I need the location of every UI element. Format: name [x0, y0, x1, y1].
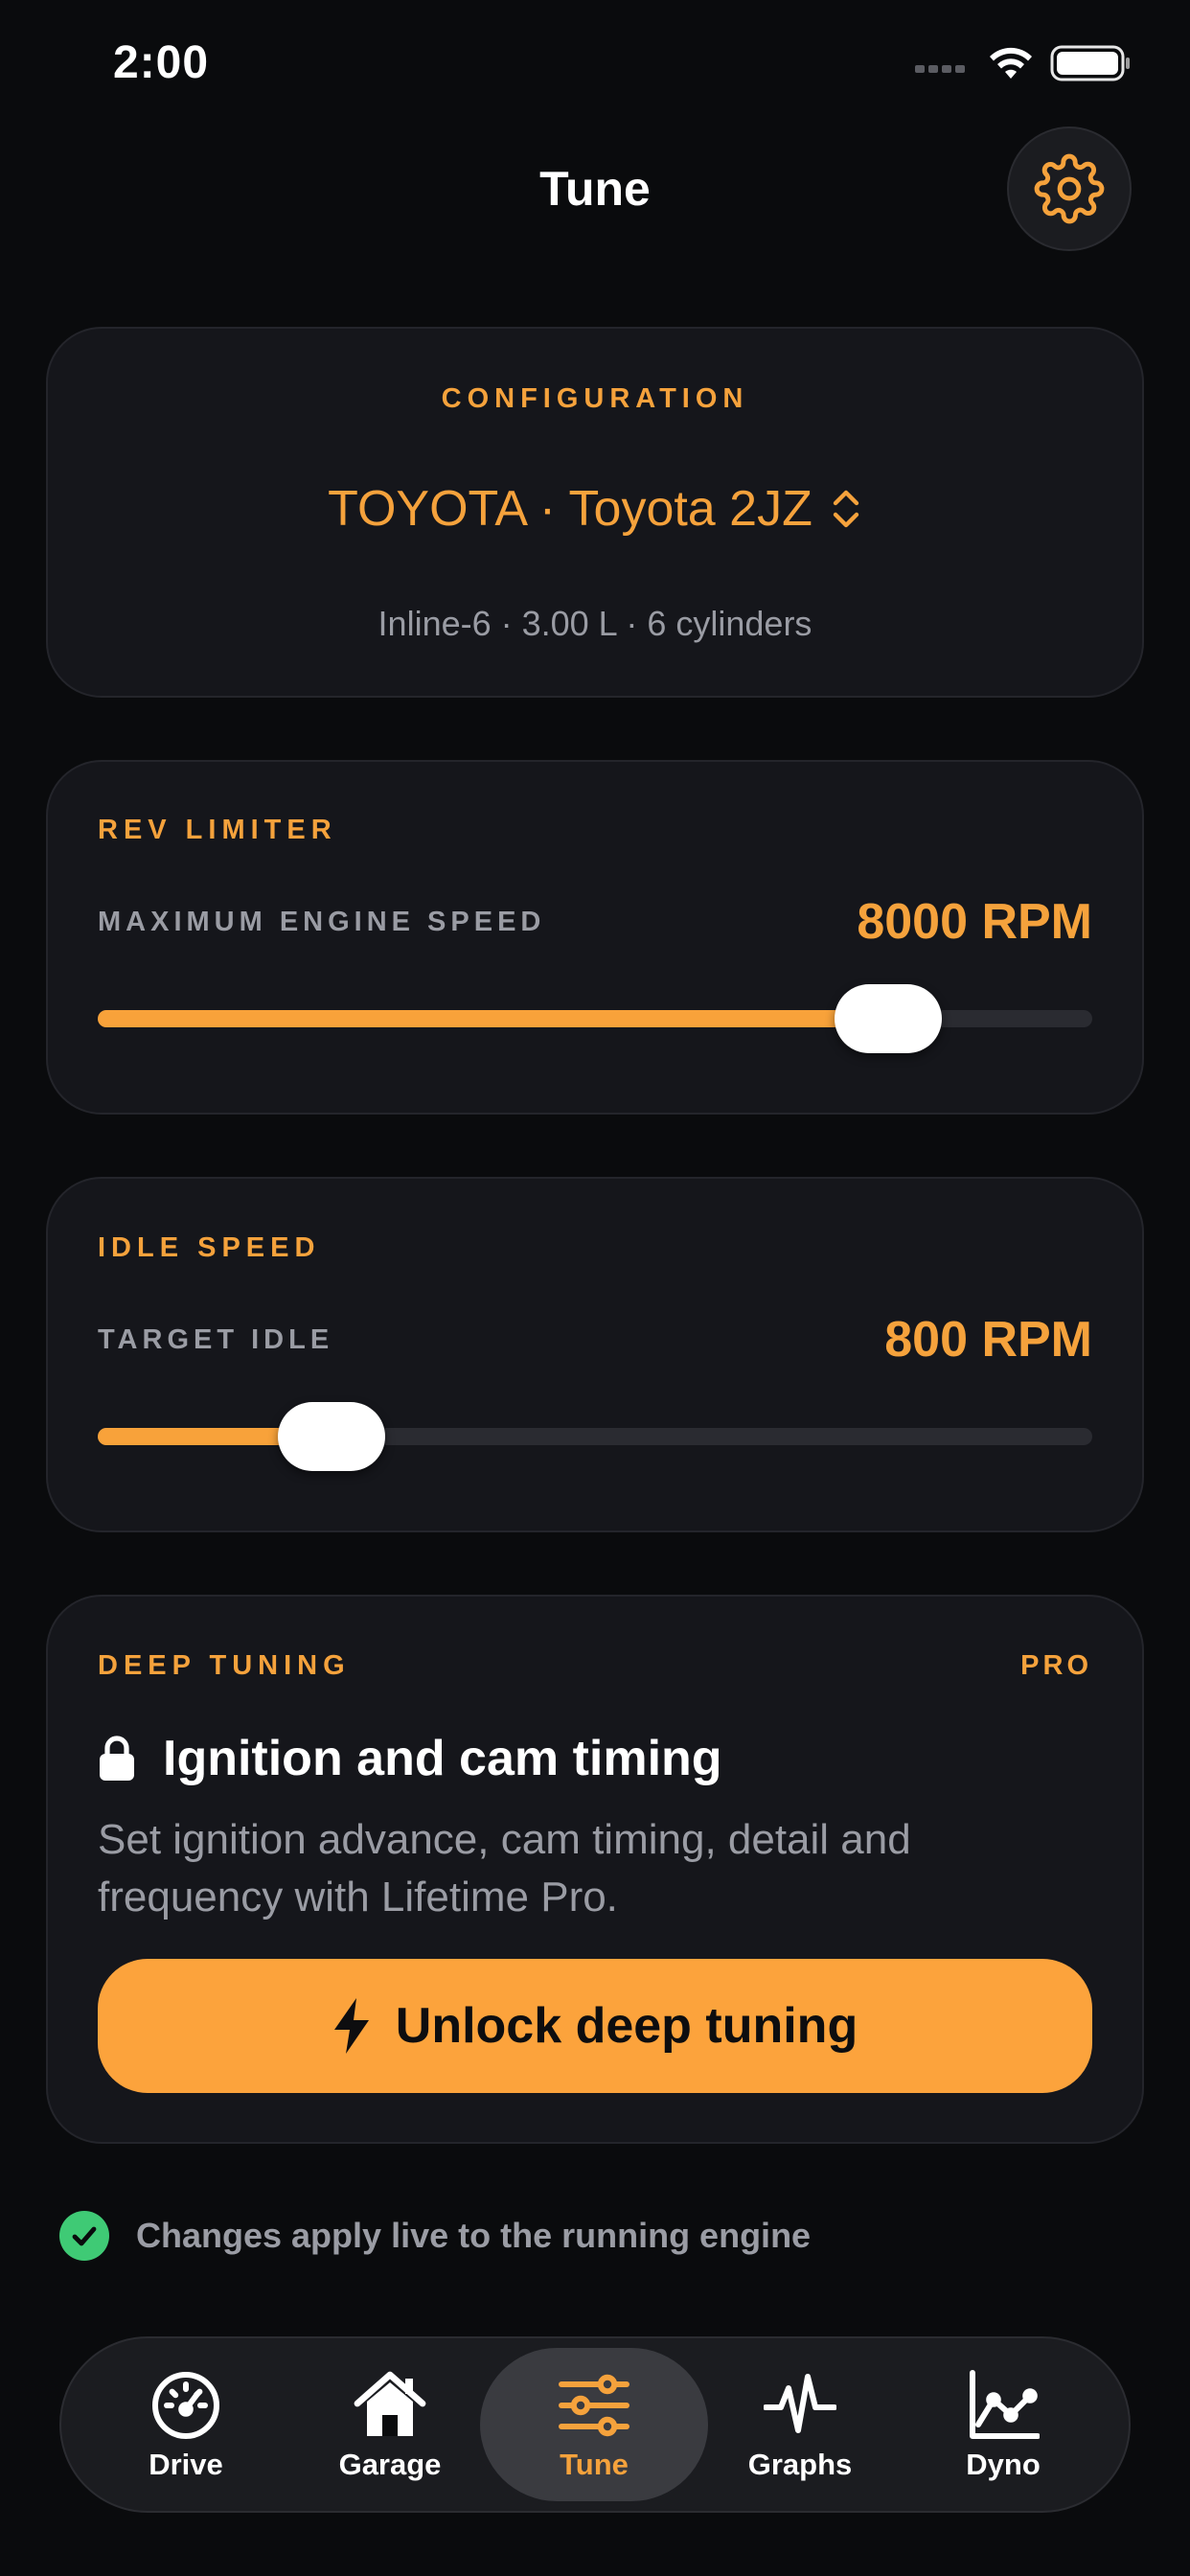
max-engine-speed-label: MAXIMUM ENGINE SPEED — [98, 907, 546, 937]
engine-model-picker[interactable]: TOYOTA · Toyota 2JZ — [0, 475, 1190, 542]
signal-icon — [915, 65, 965, 73]
tab-drive[interactable]: Drive — [82, 2348, 289, 2501]
line-chart-icon — [970, 2370, 1040, 2439]
live-apply-note: Changes apply live to the running engine — [59, 2209, 811, 2263]
idle-speed-label: IDLE SPEED — [98, 1232, 321, 1263]
rev-limit-slider-fill — [98, 1010, 889, 1027]
deep-tuning-description: Set ignition advance, cam timing, detail… — [98, 1816, 911, 1920]
tab-graphs-label: Graphs — [747, 2448, 853, 2481]
tab-graphs[interactable]: Graphs — [697, 2348, 904, 2501]
status-indicators — [915, 44, 1131, 82]
engine-specs: Inline-6 · 3.00 L · 6 cylinders — [378, 604, 812, 643]
house-icon — [354, 2371, 426, 2436]
tab-garage-label: Garage — [338, 2448, 442, 2481]
pulse-icon — [764, 2374, 836, 2433]
rev-limiter-label: REV LIMITER — [98, 815, 337, 845]
tab-dyno[interactable]: Dyno — [900, 2348, 1107, 2501]
unlock-deep-tuning-button[interactable]: Unlock deep tuning — [98, 1959, 1092, 2093]
sliders-icon — [559, 2374, 629, 2437]
pro-badge: PRO — [1020, 1650, 1092, 1681]
settings-button[interactable] — [1007, 126, 1132, 251]
gear-icon — [1034, 153, 1105, 224]
idle-slider-thumb[interactable] — [277, 1402, 385, 1471]
engine-model-label: TOYOTA · Toyota 2JZ — [328, 481, 812, 537]
deep-tuning-title-row: Ignition and cam timing — [98, 1720, 722, 1797]
target-idle-label: TARGET IDLE — [98, 1324, 334, 1355]
rev-limit-value: 8000 RPM — [857, 894, 1092, 950]
status-time: 2:00 — [113, 37, 210, 88]
tab-drive-label: Drive — [149, 2448, 223, 2481]
lock-icon — [100, 1736, 134, 1781]
deep-tuning-title: Ignition and cam timing — [163, 1731, 722, 1786]
deep-tuning-label: DEEP TUNING — [98, 1650, 351, 1681]
bolt-icon — [333, 1998, 369, 2054]
unlock-button-label: Unlock deep tuning — [395, 1998, 858, 2054]
tab-garage[interactable]: Garage — [286, 2348, 493, 2501]
gauge-icon — [152, 2372, 219, 2439]
tab-tune-label: Tune — [560, 2448, 629, 2481]
battery-icon — [1050, 45, 1130, 81]
tab-dyno-label: Dyno — [966, 2448, 1041, 2481]
wifi-icon — [990, 47, 1032, 79]
live-apply-text: Changes apply live to the running engine — [136, 2216, 812, 2255]
check-circle-icon — [59, 2211, 109, 2261]
tab-tune[interactable]: Tune — [480, 2348, 708, 2501]
configuration-label: CONFIGURATION — [441, 383, 749, 414]
chevron-up-down-icon — [833, 490, 859, 528]
rev-limit-slider-thumb[interactable] — [835, 984, 943, 1053]
idle-speed-value: 800 RPM — [884, 1312, 1092, 1368]
